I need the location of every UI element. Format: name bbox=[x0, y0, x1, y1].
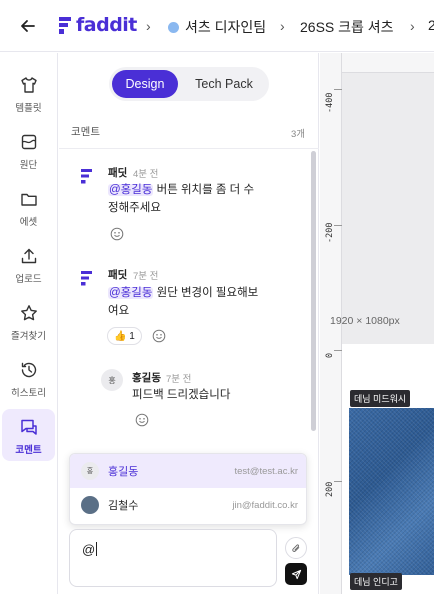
reaction-chip[interactable]: 👍 1 bbox=[107, 327, 142, 345]
send-icon bbox=[291, 569, 301, 579]
comment-item[interactable]: 패딧 7분 전 @홍길동 원단 변경이 필요해보여요 👍 1 bbox=[59, 265, 309, 351]
fabric-tag: 데님 인디고 bbox=[350, 573, 402, 590]
comment-icon bbox=[20, 419, 37, 435]
design-canvas[interactable]: -400 -200 0 200 1920 × 1080px 데님 미드워시 데님… bbox=[320, 53, 434, 594]
star-icon bbox=[20, 305, 37, 321]
nav-label: 업로드 bbox=[15, 274, 42, 285]
faddit-logo-icon bbox=[59, 17, 71, 34]
nav-item-favorites[interactable]: 즐겨찾기 bbox=[2, 295, 55, 347]
comment-count: 3개 bbox=[290, 129, 305, 140]
chevron-right-icon: › bbox=[410, 18, 415, 34]
avatar: 홍 bbox=[81, 462, 99, 480]
ruler-tick bbox=[334, 225, 342, 226]
top-bar: faddit › 셔츠 디자인팀 › 26SS 크롭 셔츠 › 2 bbox=[0, 0, 434, 52]
nav-item-comment[interactable]: 코멘트 bbox=[2, 409, 55, 461]
shirt-icon bbox=[20, 77, 37, 93]
nav-item-upload[interactable]: 업로드 bbox=[2, 238, 55, 290]
back-arrow-icon[interactable] bbox=[18, 16, 38, 36]
nav-label: 코멘트 bbox=[15, 445, 42, 456]
nav-item-asset[interactable]: 에셋 bbox=[2, 181, 55, 233]
send-button[interactable] bbox=[285, 563, 307, 585]
chevron-right-icon: › bbox=[146, 18, 151, 34]
ruler-tick bbox=[334, 481, 342, 482]
faddit-avatar-icon bbox=[81, 271, 92, 286]
mention-tag[interactable]: @홍길동 bbox=[108, 287, 154, 299]
nav-item-template[interactable]: 템플릿 bbox=[2, 67, 55, 119]
nav-label: 템플릿 bbox=[15, 103, 42, 114]
breadcrumb-project[interactable]: 26SS 크롭 셔츠 bbox=[300, 17, 394, 37]
ruler-tick bbox=[334, 89, 342, 90]
comment-item[interactable]: 패딧 4분 전 @홍길동 버튼 위치를 좀 더 수정해주세요 bbox=[59, 161, 309, 241]
reply-item[interactable]: 홍 홍길동 7분 전 피드백 드리겠습니다 bbox=[59, 367, 309, 431]
chevron-right-icon: › bbox=[280, 18, 285, 34]
mention-option[interactable]: 홍 홍길동 test@test.ac.kr bbox=[70, 454, 306, 488]
add-reaction-icon[interactable] bbox=[110, 227, 124, 241]
comment-input[interactable]: @ bbox=[69, 529, 277, 587]
ruler-tick bbox=[334, 350, 342, 351]
thumbs-up-icon: 👍 bbox=[114, 330, 127, 342]
mention-option-name: 홍길동 bbox=[108, 466, 139, 478]
comment-input-text: @ bbox=[82, 542, 98, 557]
ruler-label: 0 bbox=[325, 352, 335, 358]
fabric-icon bbox=[21, 134, 36, 150]
comment-text: 버튼 위치를 좀 더 수 bbox=[153, 184, 255, 196]
comment-text: 여요 bbox=[108, 305, 130, 317]
mention-option-email: test@test.ac.kr bbox=[234, 465, 299, 477]
attach-button[interactable] bbox=[285, 537, 307, 559]
comment-body: @홍길동 원단 변경이 필요해보여요 bbox=[108, 284, 268, 320]
reply-time: 7분 전 bbox=[166, 374, 192, 385]
folder-icon bbox=[20, 193, 37, 206]
mention-suggestions: 홍 홍길동 test@test.ac.kr 김철수 jin@faddit.co.… bbox=[69, 453, 307, 525]
faddit-avatar-icon bbox=[81, 169, 92, 184]
avatar: 홍 bbox=[101, 369, 123, 391]
nav-item-fabric[interactable]: 원단 bbox=[2, 124, 55, 176]
paperclip-icon bbox=[291, 543, 299, 552]
ruler-label: 200 bbox=[325, 481, 335, 497]
comment-author: 패딧 bbox=[108, 167, 128, 179]
nav-item-history[interactable]: 히스토리 bbox=[2, 352, 55, 404]
breadcrumb-team-label: 셔츠 디자인팀 bbox=[185, 19, 267, 35]
comment-author: 패딧 bbox=[108, 269, 128, 281]
comment-body: @홍길동 버튼 위치를 좀 더 수정해주세요 bbox=[108, 181, 268, 217]
nav-label: 에셋 bbox=[19, 217, 38, 228]
scrollbar-thumb[interactable] bbox=[311, 151, 316, 431]
mention-option-name: 김철수 bbox=[108, 500, 139, 512]
comment-panel: Design Tech Pack 코멘트 3개 패딧 4분 전 @홍길동 버튼 … bbox=[59, 53, 319, 594]
nav-label: 즐겨찾기 bbox=[11, 331, 46, 342]
tab-techpack[interactable]: Tech Pack bbox=[185, 70, 263, 98]
logo-text: faddit bbox=[76, 14, 137, 36]
faddit-logo[interactable]: faddit bbox=[56, 14, 137, 36]
mention-option[interactable]: 김철수 jin@faddit.co.kr bbox=[70, 488, 306, 522]
mode-toggle: Design Tech Pack bbox=[109, 67, 269, 101]
comment-time: 4분 전 bbox=[133, 169, 159, 180]
nav-label: 원단 bbox=[19, 160, 38, 171]
divider bbox=[59, 148, 319, 149]
comment-time: 7분 전 bbox=[133, 271, 159, 282]
comment-text: 원단 변경이 필요해보 bbox=[153, 287, 259, 299]
add-reaction-icon[interactable] bbox=[152, 329, 166, 343]
tab-design[interactable]: Design bbox=[112, 70, 178, 98]
avatar bbox=[81, 496, 99, 514]
mention-option-email: jin@faddit.co.kr bbox=[232, 499, 298, 511]
team-color-dot bbox=[168, 22, 179, 33]
panel-title: 코멘트 bbox=[71, 126, 100, 138]
reply-author: 홍길동 bbox=[132, 372, 161, 384]
breadcrumb-item[interactable]: 2 bbox=[428, 17, 434, 33]
upload-icon bbox=[21, 248, 36, 264]
ruler-label: -400 bbox=[325, 92, 335, 113]
artboard-size-label: 1920 × 1080px bbox=[330, 315, 400, 327]
reaction-count: 1 bbox=[129, 330, 135, 342]
reply-body: 피드백 드리겠습니다 bbox=[132, 389, 231, 401]
nav-label: 히스토리 bbox=[11, 388, 46, 399]
denim-swatch[interactable] bbox=[349, 408, 434, 575]
text-caret bbox=[96, 542, 98, 556]
left-nav: 템플릿 원단 에셋 업로드 즐겨찾기 히스토리 코멘트 bbox=[0, 53, 58, 594]
comment-text: 정해주세요 bbox=[108, 202, 161, 214]
add-reaction-icon[interactable] bbox=[135, 413, 149, 427]
fabric-tag: 데님 미드워시 bbox=[350, 390, 411, 407]
mention-tag[interactable]: @홍길동 bbox=[108, 184, 154, 196]
history-icon bbox=[21, 362, 36, 378]
breadcrumb-team[interactable]: 셔츠 디자인팀 bbox=[168, 17, 266, 37]
